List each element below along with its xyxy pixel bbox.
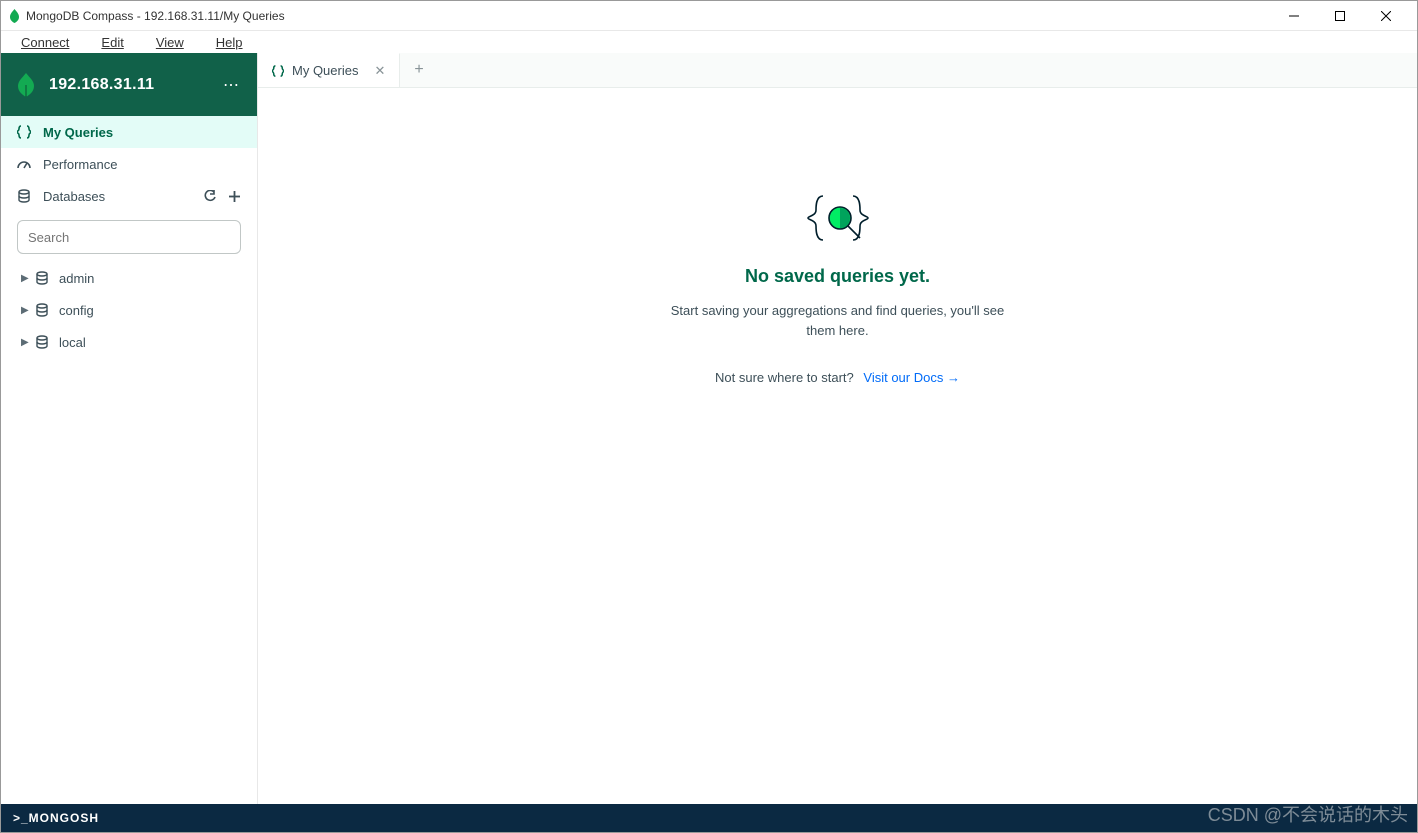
content-area: My Queries ✕ + No saved queries yet. bbox=[258, 53, 1417, 804]
sidebar: 192.168.31.11 ⋯ My Queries Performance D… bbox=[1, 53, 258, 804]
db-item-config[interactable]: ▶ config bbox=[1, 294, 257, 326]
db-name: admin bbox=[59, 271, 94, 286]
window-title: MongoDB Compass - 192.168.31.11/My Queri… bbox=[26, 9, 285, 23]
sidebar-item-label: Performance bbox=[43, 157, 117, 172]
tab-label: My Queries bbox=[292, 63, 358, 78]
empty-state-icon bbox=[798, 188, 878, 248]
sidebar-item-my-queries[interactable]: My Queries bbox=[1, 116, 257, 148]
db-item-admin[interactable]: ▶ admin bbox=[1, 262, 257, 294]
mongodb-leaf-icon bbox=[17, 73, 35, 97]
empty-state-hint: Not sure where to start? bbox=[715, 370, 854, 385]
titlebar: MongoDB Compass - 192.168.31.11/My Queri… bbox=[1, 1, 1417, 31]
empty-state: No saved queries yet. Start saving your … bbox=[258, 88, 1417, 804]
database-icon bbox=[35, 303, 53, 317]
database-icon bbox=[35, 271, 53, 285]
database-icon bbox=[35, 335, 53, 349]
gauge-icon bbox=[17, 157, 35, 171]
chevron-right-icon: ▶ bbox=[21, 337, 35, 348]
chevron-right-icon: ▶ bbox=[21, 305, 35, 316]
close-button[interactable] bbox=[1363, 1, 1409, 31]
sidebar-item-label: My Queries bbox=[43, 125, 113, 140]
refresh-icon[interactable] bbox=[203, 190, 216, 203]
sidebar-item-databases[interactable]: Databases bbox=[1, 180, 257, 212]
db-name: local bbox=[59, 335, 86, 350]
minimize-button[interactable] bbox=[1271, 1, 1317, 31]
menu-help[interactable]: Help bbox=[208, 35, 251, 50]
menu-view[interactable]: View bbox=[148, 35, 192, 50]
sidebar-item-label: Databases bbox=[43, 189, 105, 204]
chevron-right-icon: ▶ bbox=[21, 273, 35, 284]
db-name: config bbox=[59, 303, 94, 318]
empty-state-description: Start saving your aggregations and find … bbox=[658, 301, 1018, 340]
database-icon bbox=[17, 189, 35, 203]
connection-host: 192.168.31.11 bbox=[49, 76, 223, 94]
add-tab-button[interactable]: + bbox=[400, 53, 437, 87]
search-input[interactable] bbox=[17, 220, 241, 254]
db-item-local[interactable]: ▶ local bbox=[1, 326, 257, 358]
menu-edit[interactable]: Edit bbox=[93, 35, 131, 50]
app-logo-icon bbox=[9, 9, 20, 23]
tab-bar: My Queries ✕ + bbox=[258, 53, 1417, 88]
braces-icon bbox=[17, 125, 35, 139]
maximize-button[interactable] bbox=[1317, 1, 1363, 31]
visit-docs-link[interactable]: Visit our Docs → bbox=[863, 370, 960, 385]
braces-icon bbox=[272, 65, 284, 77]
mongosh-bar[interactable]: >_MONGOSH bbox=[1, 804, 1417, 832]
connection-menu-icon[interactable]: ⋯ bbox=[223, 75, 241, 95]
menu-connect[interactable]: Connect bbox=[13, 35, 77, 50]
mongosh-label: >_MONGOSH bbox=[13, 811, 99, 825]
plus-icon[interactable] bbox=[228, 190, 241, 203]
close-tab-icon[interactable]: ✕ bbox=[374, 63, 385, 79]
connection-header[interactable]: 192.168.31.11 ⋯ bbox=[1, 53, 257, 116]
menubar: Connect Edit View Help bbox=[1, 31, 1417, 53]
sidebar-item-performance[interactable]: Performance bbox=[1, 148, 257, 180]
empty-state-title: No saved queries yet. bbox=[745, 266, 930, 287]
tab-my-queries[interactable]: My Queries ✕ bbox=[258, 53, 400, 87]
